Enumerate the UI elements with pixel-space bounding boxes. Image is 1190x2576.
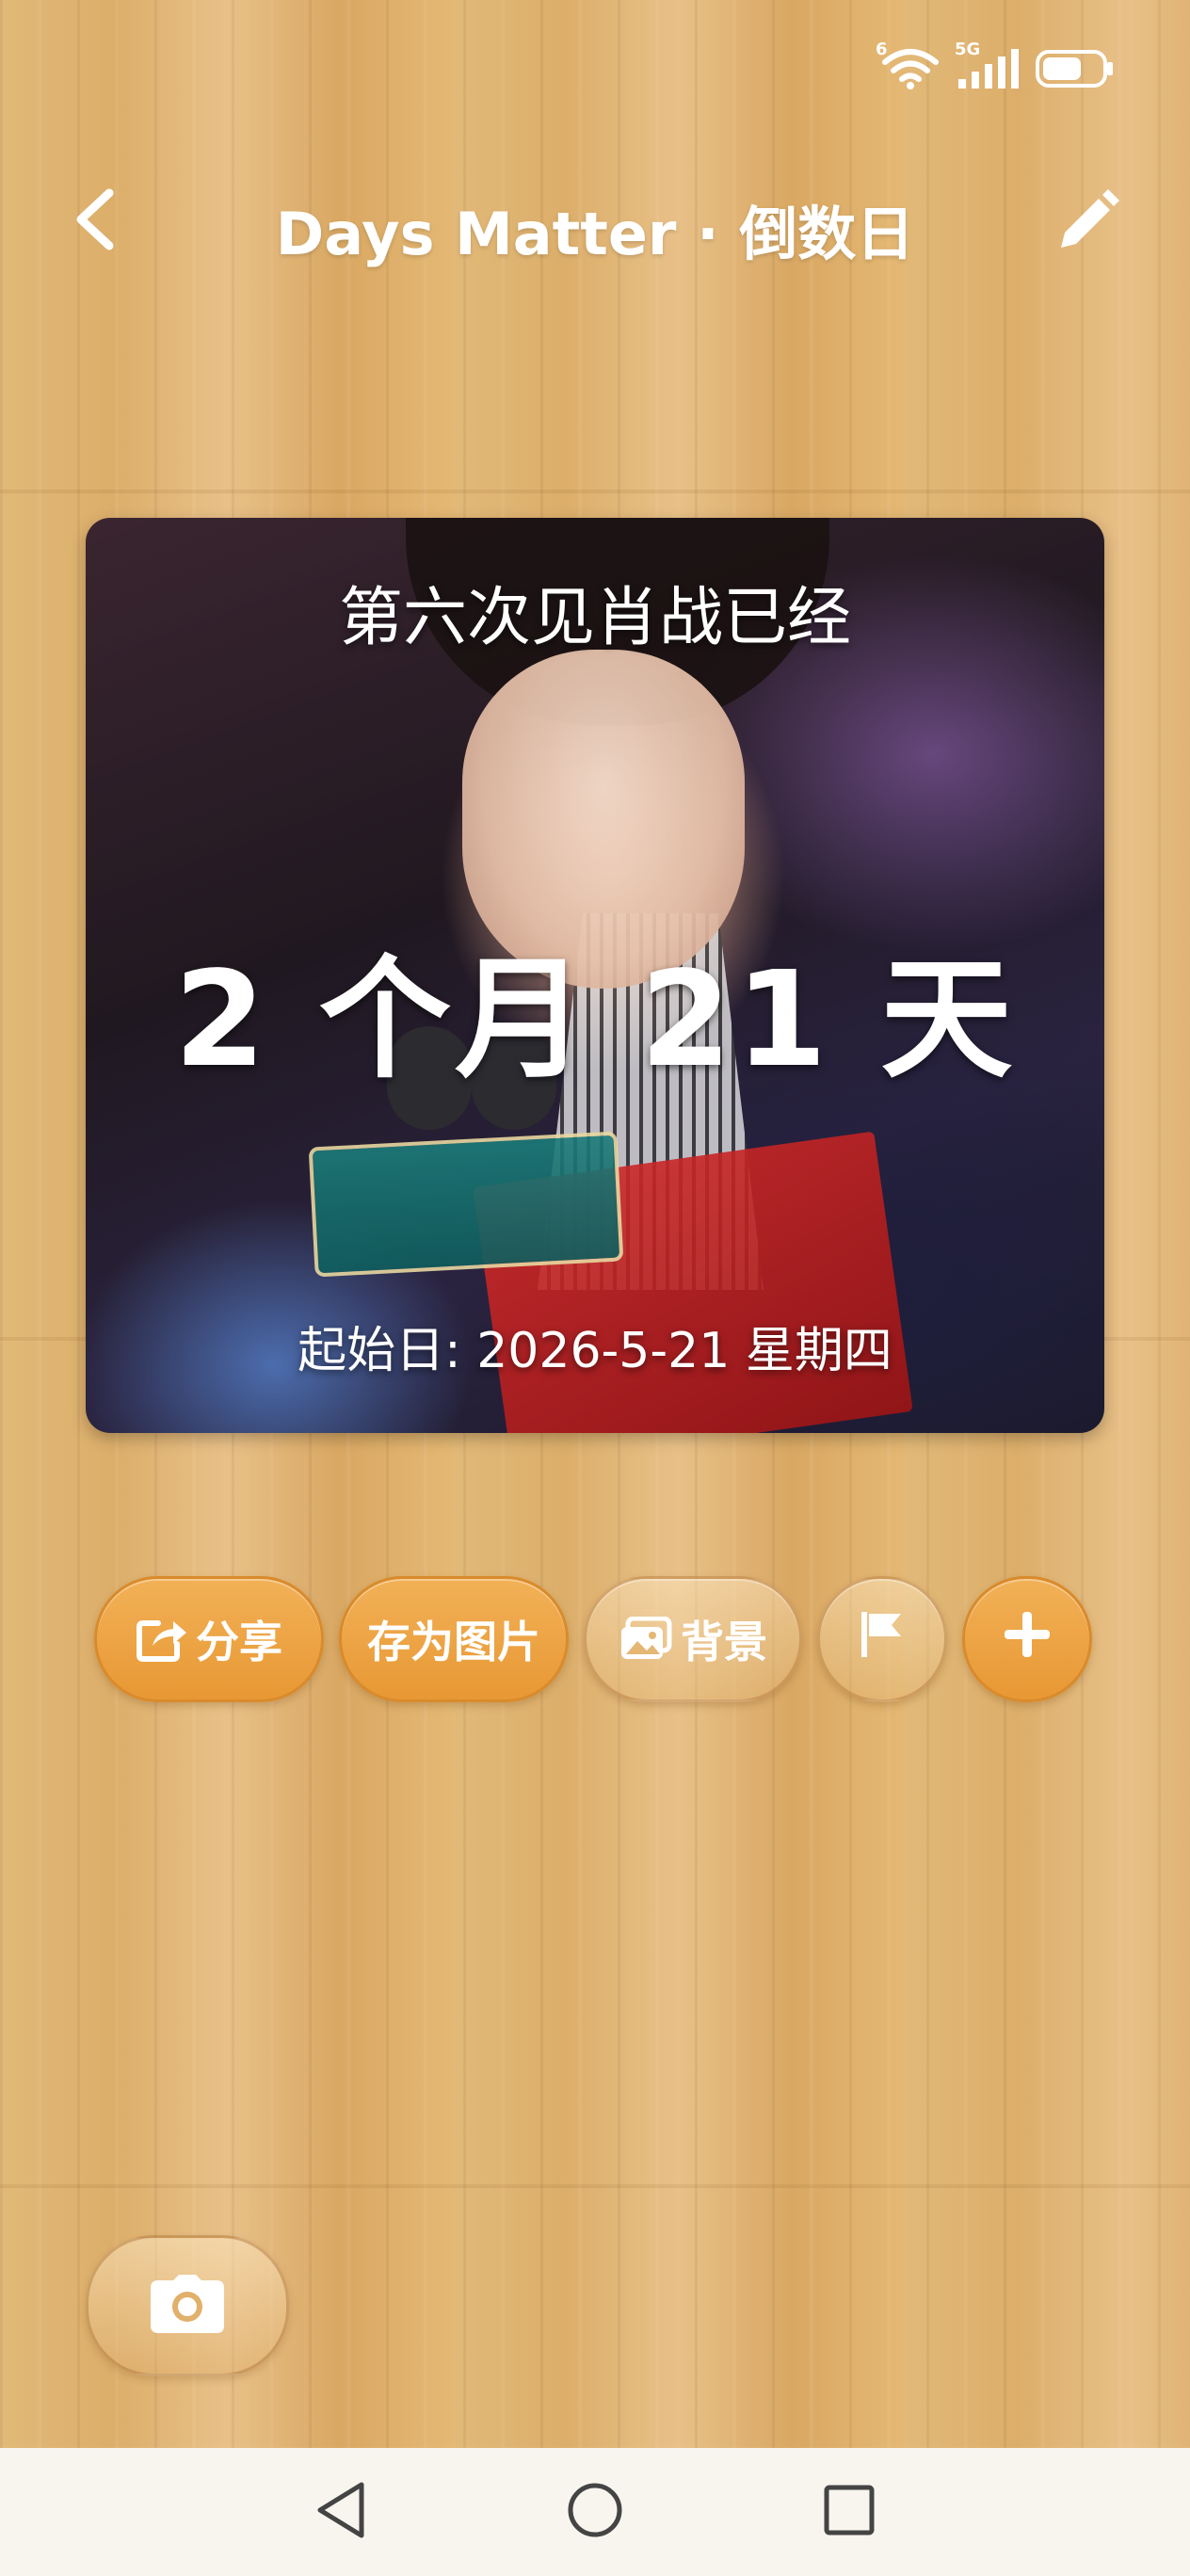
start-date: 起始日: 2026-5-21 星期四 bbox=[298, 1323, 892, 1379]
nav-home-button[interactable] bbox=[557, 2474, 633, 2550]
save-image-button[interactable]: 存为图片 bbox=[339, 1576, 569, 1702]
flag-icon bbox=[858, 1608, 907, 1671]
countdown-card[interactable]: 第六次见肖战已经 2 个月 21 天 起始日: 2026-5-21 星期四 bbox=[86, 518, 1104, 1433]
nav-back-button[interactable] bbox=[303, 2474, 378, 2550]
header: Days Matter · 倒数日 bbox=[0, 179, 1190, 268]
pencil-icon bbox=[1053, 189, 1119, 259]
flag-button[interactable] bbox=[817, 1576, 947, 1702]
page-title: Days Matter · 倒数日 bbox=[275, 200, 915, 268]
edit-button[interactable] bbox=[1049, 186, 1124, 262]
network-label: 5G bbox=[955, 40, 981, 59]
duration-count: 2 个月 21 天 bbox=[173, 943, 1017, 1097]
action-bar: 分享 存为图片 背景 bbox=[94, 1574, 1092, 1704]
background-button[interactable]: 背景 bbox=[584, 1576, 802, 1702]
plus-icon bbox=[1001, 1608, 1053, 1671]
square-recents-icon bbox=[822, 2483, 876, 2541]
signal-icon: 5G bbox=[955, 40, 1021, 90]
circle-home-icon bbox=[566, 2481, 624, 2543]
add-button[interactable] bbox=[962, 1576, 1092, 1702]
event-title: 第六次见肖战已经 bbox=[338, 581, 851, 655]
camera-icon bbox=[149, 2273, 226, 2339]
status-bar: 6 5G bbox=[876, 40, 1115, 90]
background-label: 背景 bbox=[681, 1617, 767, 1667]
card-photo-festival-sign bbox=[308, 1131, 624, 1278]
battery-icon bbox=[1036, 48, 1115, 89]
nav-recents-button[interactable] bbox=[812, 2474, 887, 2550]
triangle-back-icon bbox=[314, 2481, 367, 2543]
camera-button[interactable] bbox=[86, 2235, 289, 2376]
share-button[interactable]: 分享 bbox=[94, 1576, 324, 1702]
share-label: 分享 bbox=[196, 1617, 282, 1667]
image-icon bbox=[619, 1617, 673, 1662]
save-image-label: 存为图片 bbox=[367, 1617, 540, 1667]
share-icon bbox=[136, 1616, 188, 1663]
wifi-icon: 6 bbox=[876, 40, 940, 90]
system-nav-bar bbox=[0, 2448, 1190, 2576]
wifi-badge: 6 bbox=[876, 40, 888, 59]
